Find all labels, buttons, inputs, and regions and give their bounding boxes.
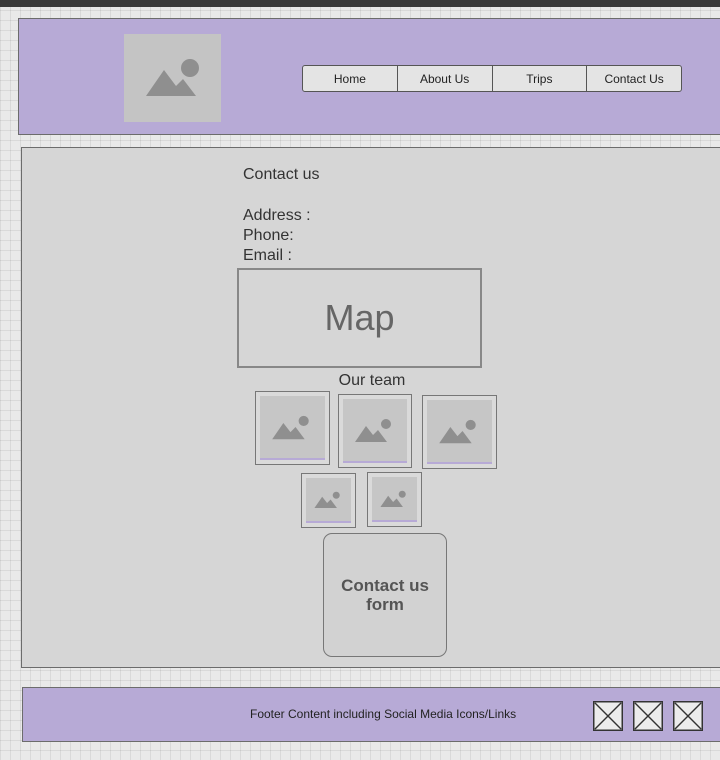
contact-title: Contact us xyxy=(243,166,320,183)
team-photo xyxy=(367,472,422,527)
image-placeholder-icon xyxy=(306,478,351,523)
footer-text: Footer Content including Social Media Ic… xyxy=(250,707,517,721)
image-placeholder-icon xyxy=(260,396,325,460)
nav-home[interactable]: Home xyxy=(303,66,398,91)
nav-trips[interactable]: Trips xyxy=(493,66,588,91)
logo-image-placeholder-icon xyxy=(124,34,221,122)
address-label: Address : xyxy=(243,207,311,224)
nav-about-us[interactable]: About Us xyxy=(398,66,493,91)
image-placeholder-icon xyxy=(372,477,417,522)
phone-label: Phone: xyxy=(243,227,294,244)
image-placeholder-icon xyxy=(343,399,407,463)
main-content: Contact us Address : Phone: Email : Map … xyxy=(21,147,720,668)
social-link-1-placeholder-x-icon[interactable] xyxy=(593,701,623,731)
window-top-strip xyxy=(0,0,720,7)
email-label: Email : xyxy=(243,247,292,264)
team-title: Our team xyxy=(338,372,406,389)
site-header: Home About Us Trips Contact Us xyxy=(18,18,720,135)
main-nav: Home About Us Trips Contact Us xyxy=(302,65,682,92)
team-photo xyxy=(422,395,497,469)
site-footer: Footer Content including Social Media Ic… xyxy=(22,687,720,742)
map-placeholder[interactable]: Map xyxy=(237,268,482,368)
nav-contact-us[interactable]: Contact Us xyxy=(587,66,681,91)
team-photo xyxy=(255,391,330,465)
social-link-2-placeholder-x-icon[interactable] xyxy=(633,701,663,731)
team-photo xyxy=(338,394,412,468)
contact-form-button[interactable]: Contact us form xyxy=(323,533,447,657)
team-photo xyxy=(301,473,356,528)
image-placeholder-icon xyxy=(427,400,492,464)
social-link-3-placeholder-x-icon[interactable] xyxy=(673,701,703,731)
